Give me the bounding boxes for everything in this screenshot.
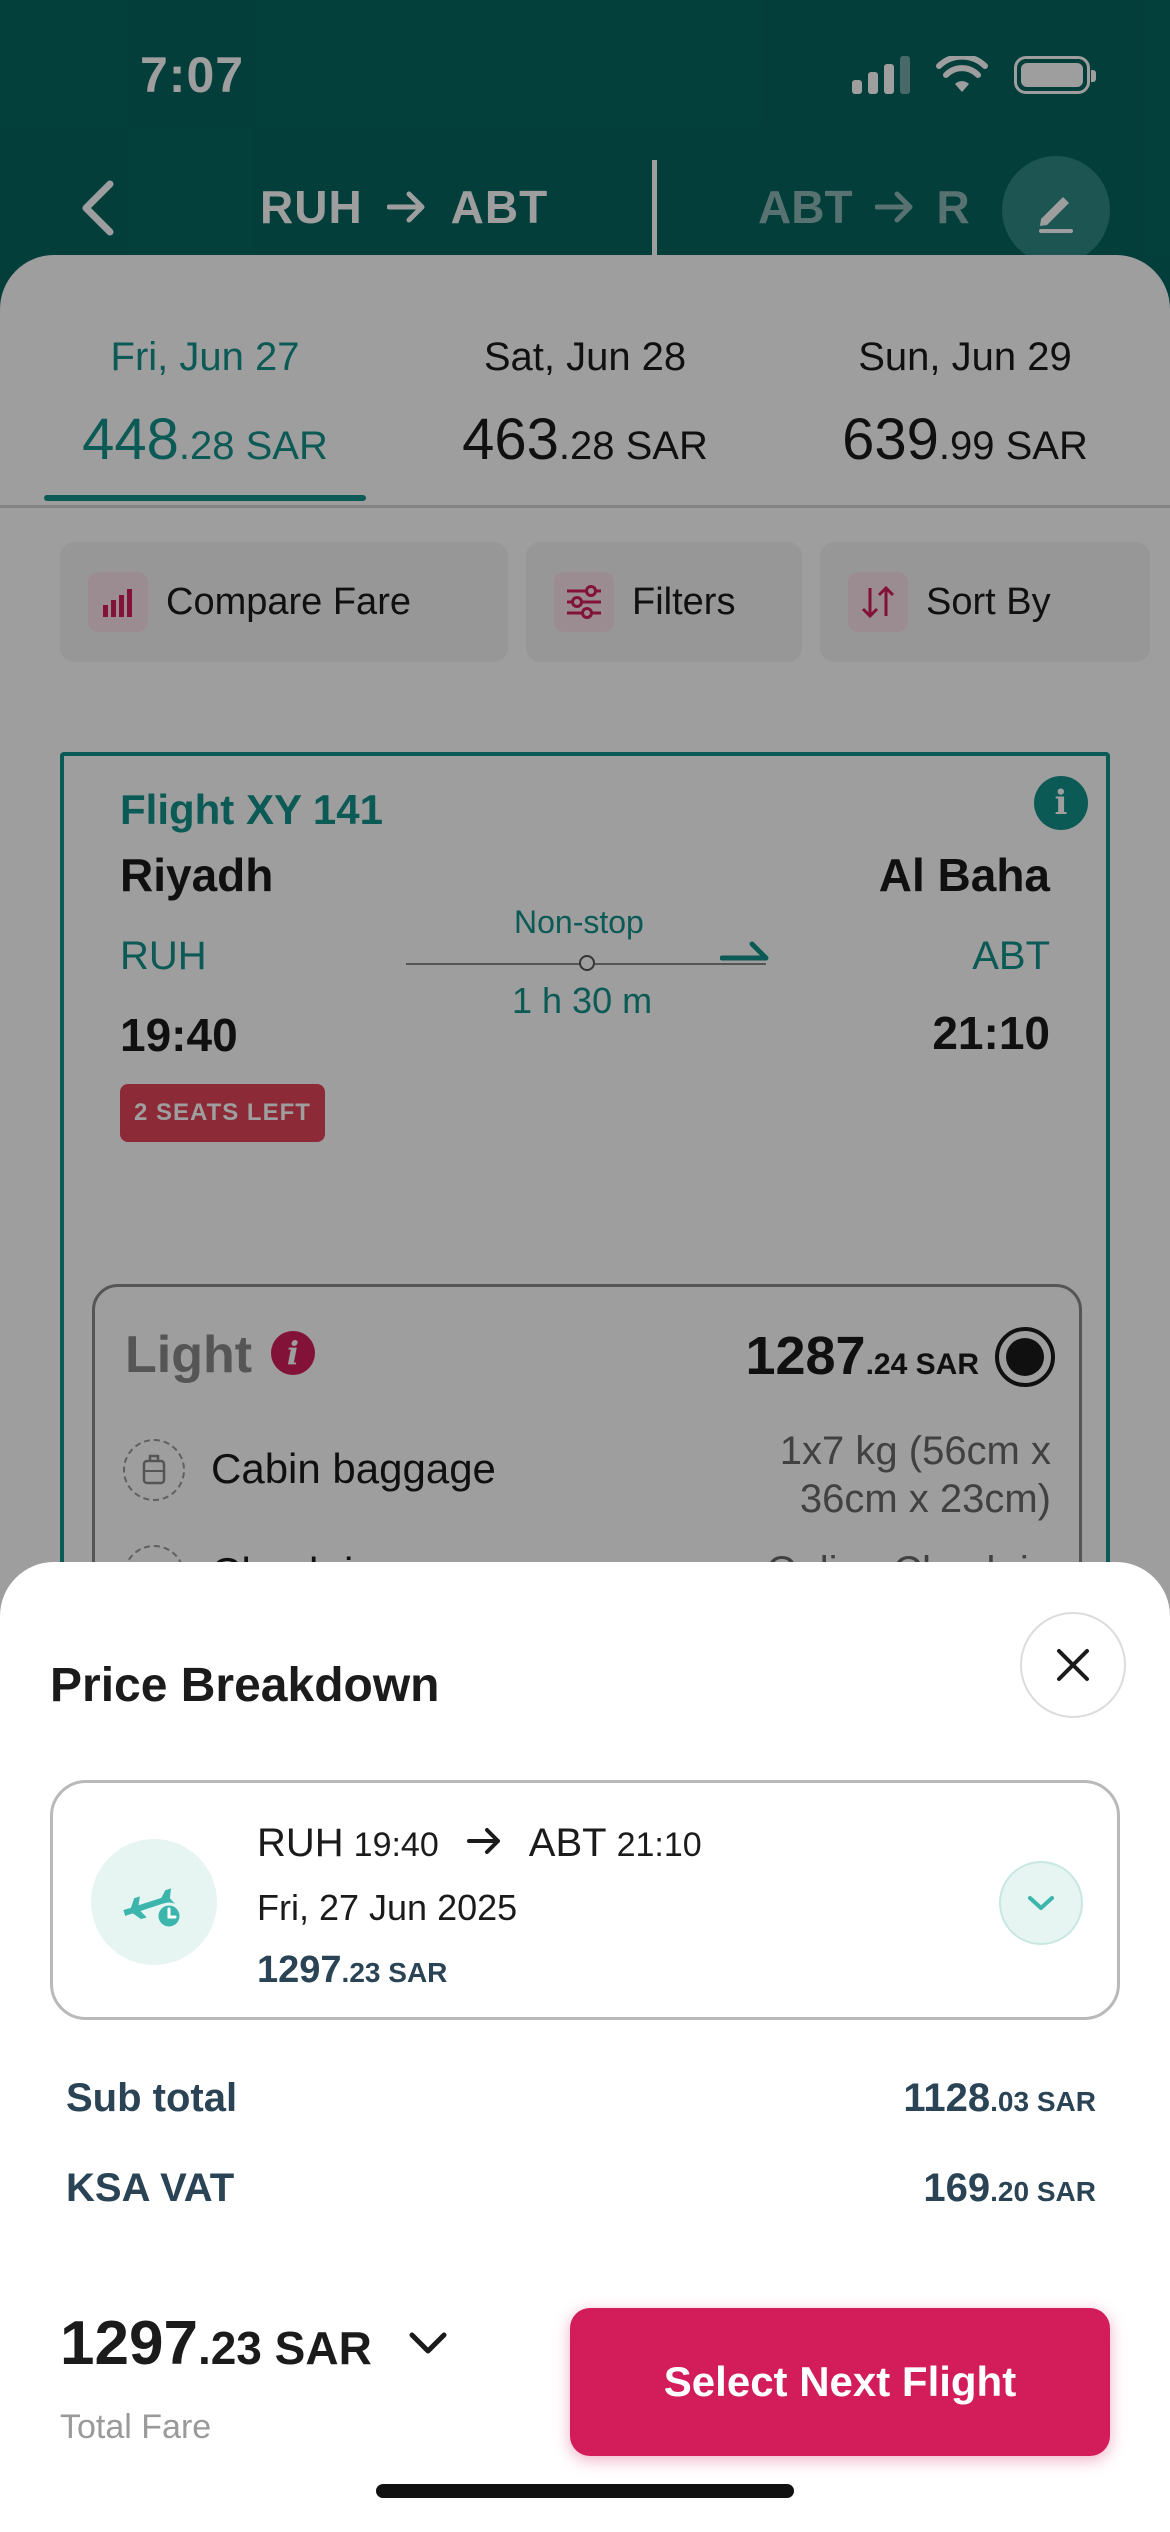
total-fare-value: 1297.23 SAR [60,2309,372,2378]
vat-row: KSA VAT 169.20 SAR [66,2166,1096,2211]
segment-price: 1297.23 SAR [257,1949,448,1991]
total-fare-label: Total Fare [60,2408,212,2446]
chevron-down-icon [1028,1896,1054,1910]
segment-depart-time: 19:40 [353,1826,439,1864]
segment-arrive-time: 21:10 [616,1826,702,1864]
home-indicator[interactable] [376,2484,794,2498]
flight-segment-card[interactable]: RUH 19:40 ABT 21:10 Fri, 27 Jun 2025 129… [50,1780,1120,2020]
close-icon [1057,1649,1089,1681]
expand-segment-button[interactable] [999,1861,1083,1945]
segment-route: RUH 19:40 ABT 21:10 [257,1821,702,1866]
sheet-title: Price Breakdown [50,1659,440,1712]
vat-label: KSA VAT [66,2166,235,2210]
plane-clock-icon [91,1839,217,1965]
select-next-flight-button[interactable]: Select Next Flight [570,2308,1110,2456]
arrow-right-icon [466,1828,500,1854]
total-fare-toggle[interactable]: 1297.23 SAR [60,2308,450,2379]
segment-date: Fri, 27 Jun 2025 [257,1887,518,1928]
subtotal-row: Sub total 1128.03 SAR [66,2076,1096,2121]
segment-to: ABT [528,1821,607,1865]
close-button[interactable] [1020,1612,1126,1718]
subtotal-label: Sub total [66,2076,238,2120]
chevron-down-icon [409,2332,447,2353]
price-breakdown-sheet: Price Breakdown RUH 19:40 ABT 21:10 Fri,… [0,1562,1170,2532]
subtotal-value: 1128.03 SAR [903,2076,1096,2120]
vat-value: 169.20 SAR [923,2166,1096,2210]
segment-from: RUH [257,1821,344,1865]
